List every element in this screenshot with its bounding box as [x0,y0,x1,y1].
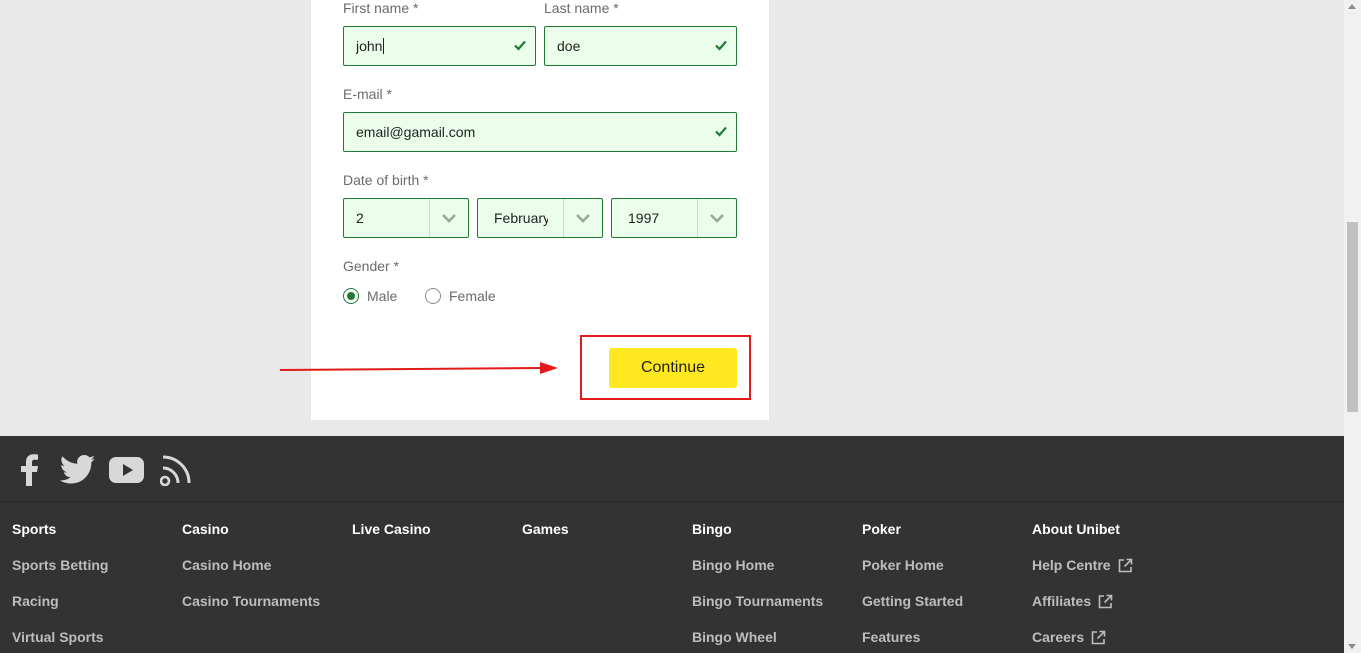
footer-column-sports: Sports Sports Betting Racing Virtual Spo… [12,520,108,646]
footer-link[interactable]: Casino Home [182,556,320,574]
scroll-down-arrow-icon[interactable] [1348,644,1356,649]
footer-link-help-centre[interactable]: Help Centre [1032,556,1133,574]
footer-column-live-casino: Live Casino [352,520,431,538]
footer-link-label: Careers [1032,629,1085,645]
youtube-icon[interactable] [109,454,144,486]
footer-link[interactable]: Bingo Tournaments [692,592,823,610]
annotation-highlight-box [580,335,751,400]
chevron-down-icon [576,214,590,223]
gender-option-label: Male [367,288,398,304]
annotation-arrow-icon [279,362,558,374]
email-input[interactable]: email@gamail.com [343,112,737,152]
footer-column-casino: Casino Casino Home Casino Tournaments [182,520,320,610]
footer-link-label: Affiliates [1032,593,1092,609]
dob-day-select[interactable]: 2 [343,198,469,238]
external-link-icon [1118,558,1132,572]
social-links [0,436,1344,502]
footer-column-heading: About Unibet [1032,521,1120,537]
gender-label: Gender * [343,258,400,274]
footer-column-heading[interactable]: Games [522,520,569,538]
footer-link[interactable]: Casino Tournaments [182,592,320,610]
footer-link-affiliates[interactable]: Affiliates [1032,592,1133,610]
dob-label: Date of birth * [343,172,429,188]
first-name-input[interactable]: john [343,26,536,66]
footer-column-heading: Casino [182,521,229,537]
footer-link-careers[interactable]: Careers [1032,628,1133,646]
check-icon [514,40,526,51]
chevron-down-icon [710,214,724,223]
footer-link[interactable]: Racing [12,592,108,610]
gender-radio-female[interactable]: Female [425,288,496,304]
last-name-value: doe [557,38,581,54]
footer-column-heading: Bingo [692,521,732,537]
footer-column-heading: Poker [862,521,901,537]
email-value: email@gamail.com [356,124,476,140]
scroll-up-arrow-icon[interactable] [1348,4,1356,9]
footer-link[interactable]: Bingo Wheel [692,628,823,646]
check-icon [715,40,727,51]
last-name-label: Last name * [544,0,619,16]
email-label: E-mail * [343,86,393,102]
footer-link[interactable]: Bingo Home [692,556,823,574]
twitter-icon[interactable] [60,454,95,486]
footer-column-poker: Poker Poker Home Getting Started Feature… [862,520,963,646]
dob-month-select[interactable]: February [477,198,603,238]
dob-year-select[interactable]: 1997 [611,198,737,238]
page-scrollbar[interactable] [1344,0,1361,653]
footer-column-heading: Sports [12,521,57,537]
check-icon [715,126,727,137]
chevron-down-icon [442,214,456,223]
footer-column-heading[interactable]: Live Casino [352,520,431,538]
footer-column-bingo: Bingo Bingo Home Bingo Tournaments Bingo… [692,520,823,646]
footer-link-label: Help Centre [1032,557,1111,573]
footer-link[interactable]: Sports Betting [12,556,108,574]
radio-button-selected[interactable] [343,288,359,304]
radio-button[interactable] [425,288,441,304]
rss-icon[interactable] [160,454,192,486]
first-name-value: john [356,38,383,54]
text-cursor [383,38,385,54]
dob-year-value: 1997 [628,210,660,226]
footer-column-about-unibet: About Unibet Help Centre Affiliates Care… [1032,520,1133,646]
site-footer: Sports Sports Betting Racing Virtual Spo… [0,436,1344,653]
gender-radio-male[interactable]: Male [343,288,397,304]
footer-link[interactable]: Virtual Sports [12,628,108,646]
last-name-input[interactable]: doe [544,26,737,66]
scrollbar-thumb[interactable] [1347,222,1358,412]
gender-option-label: Female [449,288,496,304]
footer-link[interactable]: Poker Home [862,556,963,574]
external-link-icon [1098,594,1113,608]
external-link-icon [1091,630,1106,644]
dob-month-value: February [494,210,548,226]
footer-link[interactable]: Features [862,628,963,646]
facebook-icon[interactable] [18,454,40,486]
footer-link[interactable]: Getting Started [862,592,963,610]
first-name-label: First name * [343,0,419,16]
dob-day-value: 2 [356,210,364,226]
footer-column-games: Games [522,520,569,538]
